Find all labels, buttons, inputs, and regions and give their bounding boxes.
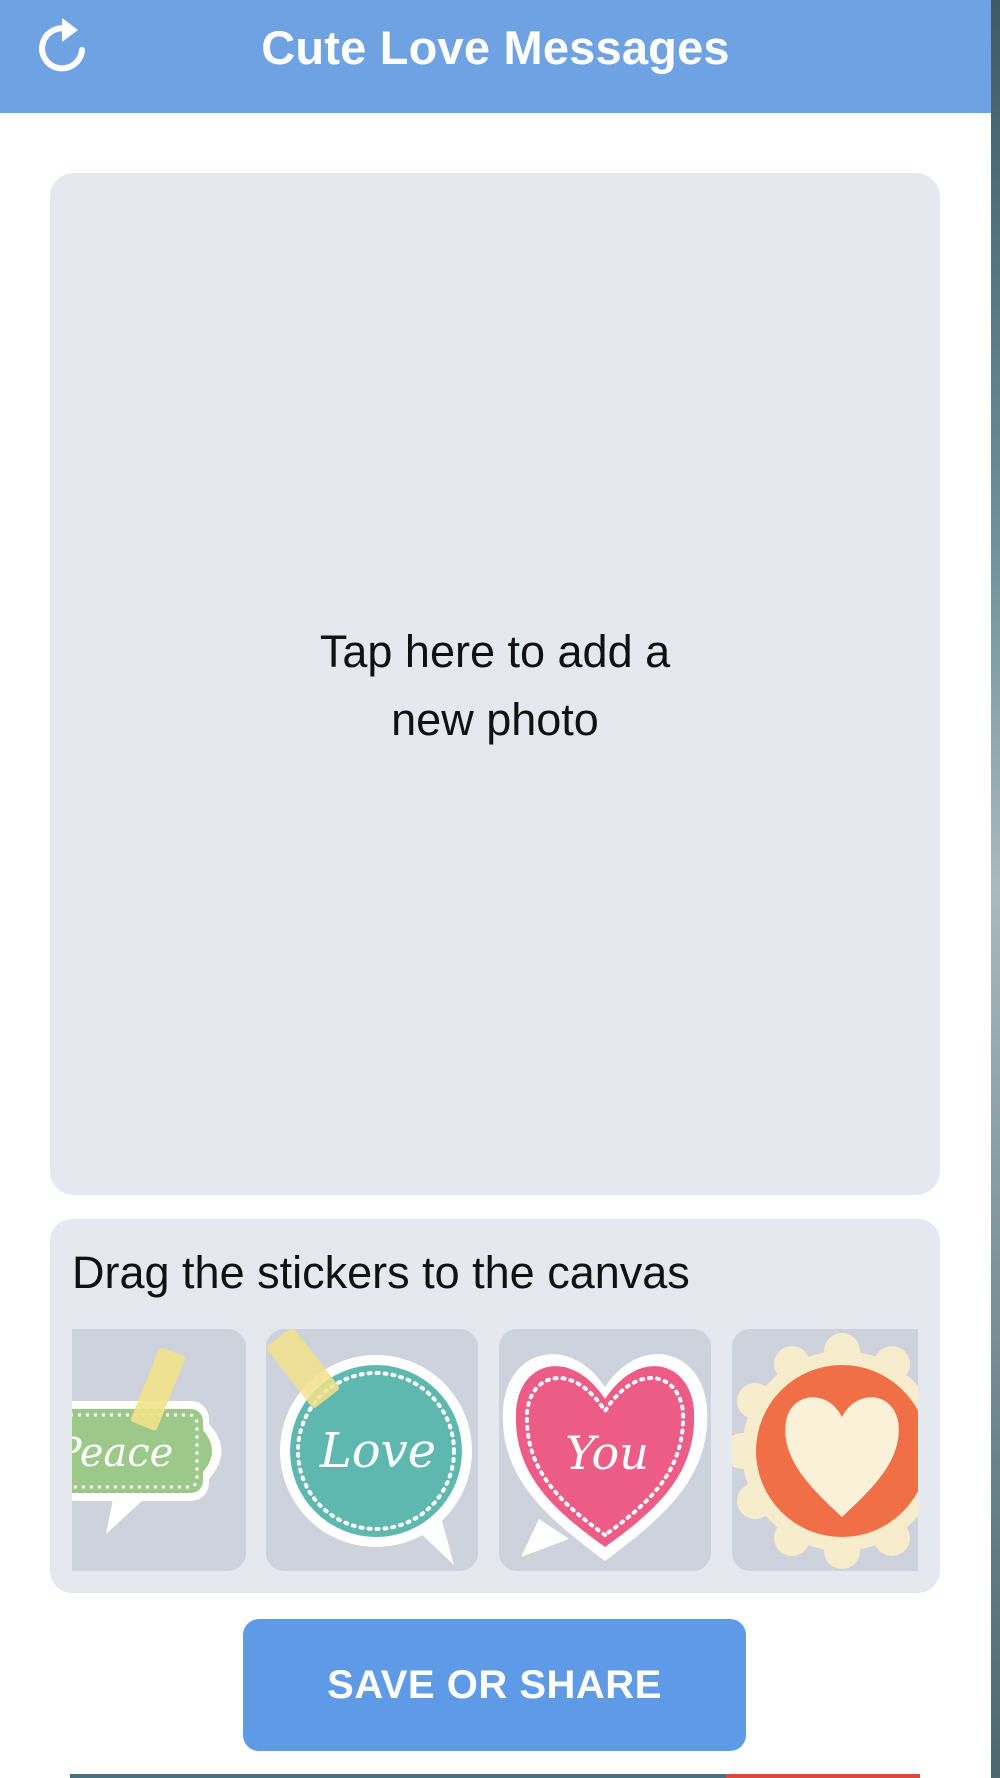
app-header: Cute Love Messages xyxy=(0,0,991,113)
bottom-divider xyxy=(70,1774,726,1778)
sticker-strip[interactable]: Peace Love You xyxy=(72,1329,918,1571)
add-photo-hint: Tap here to add a new photo xyxy=(319,626,671,745)
sticker-you[interactable]: You xyxy=(499,1329,711,1571)
sticker-heart-badge[interactable] xyxy=(732,1329,918,1571)
sticker-love[interactable]: Love xyxy=(266,1329,478,1571)
save-or-share-button[interactable]: SAVE OR SHARE xyxy=(243,1619,746,1751)
page-title: Cute Love Messages xyxy=(261,21,730,74)
refresh-icon[interactable] xyxy=(32,14,96,78)
background-edge xyxy=(991,0,1000,1778)
sticker-panel: Drag the stickers to the canvas Peace Lo… xyxy=(50,1219,940,1593)
photo-canvas[interactable]: Tap here to add a new photo xyxy=(50,173,940,1195)
sticker-you-label: You xyxy=(565,1426,649,1480)
sticker-panel-label: Drag the stickers to the canvas xyxy=(72,1247,690,1298)
sticker-peace[interactable]: Peace xyxy=(72,1329,246,1571)
sticker-love-label: Love xyxy=(319,1423,436,1479)
sticker-peace-label: Peace xyxy=(72,1430,173,1476)
bottom-accent xyxy=(726,1774,920,1778)
